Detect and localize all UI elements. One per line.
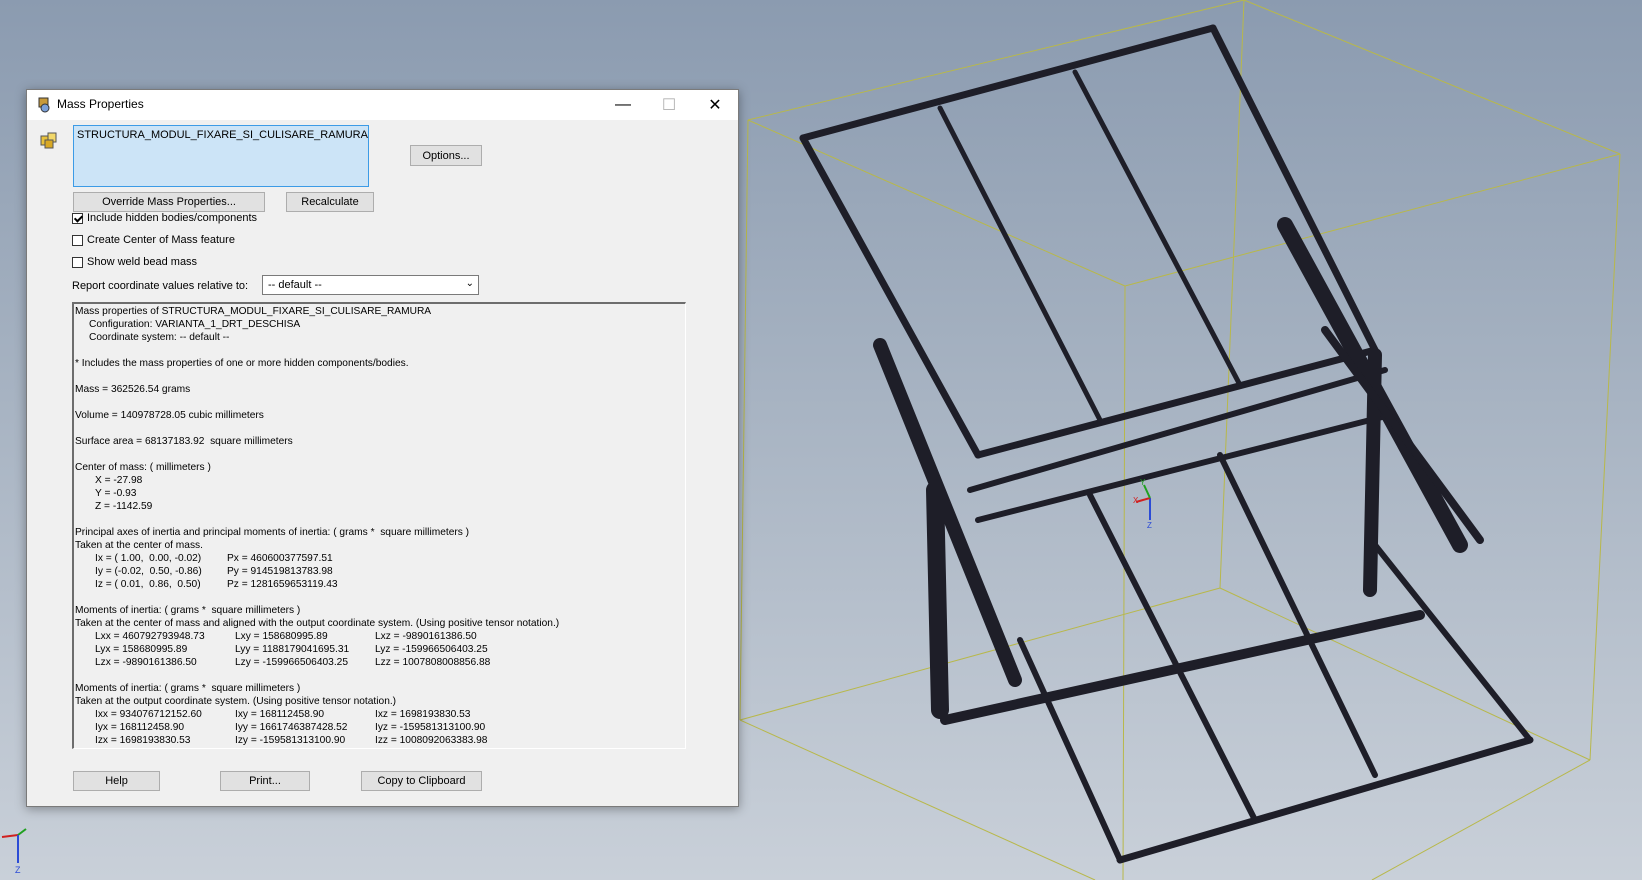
hidden-note: * Includes the mass properties of one or… [75, 358, 409, 369]
moments-com-row: Lzx = -9890161386.50 Lzy = -159966506403.… [95, 657, 491, 668]
coordinate-system-line: Coordinate system: -- default -- [89, 332, 230, 343]
include-hidden-checkbox[interactable]: Include hidden bodies/components [72, 212, 257, 224]
com-x: X = -27.98 [95, 475, 143, 486]
copy-to-clipboard-button[interactable]: Copy to Clipboard [361, 771, 482, 791]
com-y: Y = -0.93 [95, 488, 137, 499]
com-z: Z = -1142.59 [95, 501, 153, 512]
moments-output-row: Iyx = 168112458.90 Iyy = 1661746387428.52… [95, 722, 486, 733]
coordinate-system-value: -- default -- [268, 279, 322, 291]
configuration-line: Configuration: VARIANTA_1_DRT_DESCHISA [89, 319, 301, 330]
principal-axes-title: Principal axes of inertia and principal … [75, 527, 470, 538]
origin-x-label: X [1133, 496, 1139, 505]
volume-line: Volume = 140978728.05 cubic millimeters [75, 410, 264, 421]
create-com-label: Create Center of Mass feature [87, 234, 235, 246]
show-weld-label: Show weld bead mass [87, 256, 198, 268]
help-button[interactable]: Help [73, 771, 160, 791]
moments-com-title: Moments of inertia: ( grams * square mil… [75, 605, 301, 616]
origin-triad: X Y Z [1133, 478, 1152, 530]
principal-row-y: Iy = (-0.02, 0.50, -0.86) Py = 9145198137… [95, 566, 333, 577]
selected-items-list[interactable]: STRUCTURA_MODUL_FIXARE_SI_CULISARE_RAMUR… [73, 125, 369, 187]
moments-com-sub: Taken at the center of mass and aligned … [75, 618, 560, 629]
moments-com-row: Lxx = 460792793948.73 Lxy = 158680995.89 L… [95, 631, 477, 642]
recalculate-button[interactable]: Recalculate [286, 192, 374, 212]
print-button[interactable]: Print... [220, 771, 310, 791]
title-bar[interactable]: Mass Properties — ☐ ✕ [27, 90, 738, 120]
principal-row-z: Iz = ( 0.01, 0.86, 0.50) Pz = 12816596531… [95, 579, 338, 590]
results-text-area[interactable]: Mass properties of STRUCTURA_MODUL_FIXAR… [72, 302, 686, 749]
mass-properties-icon [38, 97, 50, 113]
include-hidden-label: Include hidden bodies/components [87, 212, 258, 224]
origin-y-label: Y [1140, 478, 1146, 487]
checkbox-unchecked-icon[interactable] [72, 234, 83, 246]
principal-axes-sub: Taken at the center of mass. [75, 540, 203, 551]
coordinate-system-select[interactable]: -- default -- ⌄ [262, 275, 479, 295]
mass-line: Mass = 362526.54 grams [75, 384, 191, 395]
close-button[interactable]: ✕ [692, 90, 738, 120]
moments-output-sub: Taken at the output coordinate system. (… [75, 696, 397, 707]
principal-row-x: Ix = ( 1.00, 0.00, -0.02) Px = 4606003775… [95, 553, 333, 564]
checkbox-checked-icon[interactable] [72, 212, 83, 224]
moments-output-row: Ixx = 934076712152.60 Ixy = 168112458.90 I… [95, 709, 471, 720]
minimize-button[interactable]: — [600, 90, 646, 120]
moments-output-row: Izx = 1698193830.53 Izy = -159581313100.9… [95, 735, 488, 746]
results-header: Mass properties of STRUCTURA_MODUL_FIXAR… [75, 306, 432, 317]
dialog-title: Mass Properties [57, 97, 144, 111]
origin-z-label: Z [1147, 521, 1152, 530]
checkbox-unchecked-icon[interactable] [72, 256, 83, 268]
frame-assembly [799, 24, 1534, 864]
report-coordinate-label: Report coordinate values relative to: [72, 280, 249, 292]
view-orientation-triad: Z [1, 828, 27, 875]
create-com-checkbox[interactable]: Create Center of Mass feature [72, 234, 235, 246]
maximize-button[interactable]: ☐ [646, 90, 692, 120]
chevron-down-icon: ⌄ [465, 278, 474, 289]
moments-output-title: Moments of inertia: ( grams * square mil… [75, 683, 301, 694]
surface-area-line: Surface area = 68137183.92 square millim… [75, 436, 293, 447]
triad-z-label: Z [15, 865, 21, 875]
selected-file-item[interactable]: STRUCTURA_MODUL_FIXARE_SI_CULISARE_RAMUR… [77, 129, 368, 141]
center-of-mass-title: Center of mass: ( millimeters ) [75, 462, 211, 473]
assembly-icon [40, 132, 57, 149]
options-button[interactable]: Options... [410, 145, 482, 166]
override-mass-properties-button[interactable]: Override Mass Properties... [73, 192, 265, 212]
bounding-box [739, 0, 1621, 880]
moments-com-row: Lyx = 158680995.89 Lyy = 1188179041695.31… [95, 644, 488, 655]
mass-properties-dialog: Mass Properties — ☐ ✕ STRUCTURA_MODUL_FI… [26, 89, 739, 807]
show-weld-checkbox[interactable]: Show weld bead mass [72, 256, 197, 268]
